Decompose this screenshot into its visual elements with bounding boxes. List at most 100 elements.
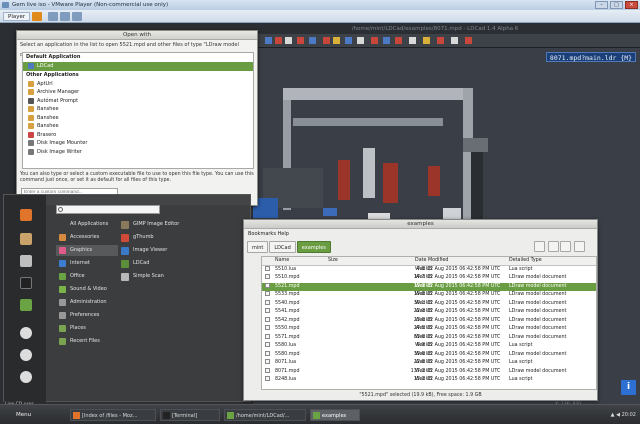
taskbar-item-examples[interactable]: examples	[310, 409, 360, 421]
pause-icon[interactable]	[32, 12, 42, 21]
taskbar-item-ldcad[interactable]: /home/mint/LDCad/...	[224, 409, 306, 421]
info-icon[interactable]: i	[621, 380, 636, 395]
file-row[interactable]: 5580.lua 6.9 kB Wed 12 Aug 2015 06:42:58 P…	[262, 342, 596, 351]
ldcad-tool-icon[interactable]	[297, 37, 304, 44]
network-icon[interactable]: ▲	[611, 412, 615, 418]
close-button[interactable]: ×	[625, 1, 638, 9]
file-icon	[265, 316, 270, 322]
ldcad-tool-icon[interactable]	[333, 37, 340, 44]
column-size[interactable]: Size	[328, 257, 338, 266]
app-item[interactable]: Brasero	[23, 131, 253, 140]
ldcad-tool-icon[interactable]	[275, 37, 282, 44]
maximize-button[interactable]: □	[610, 1, 623, 9]
ldcad-tool-icon[interactable]	[265, 37, 272, 44]
app-item[interactable]: Archive Manager	[23, 88, 253, 97]
taskbar-item-terminal[interactable]: [Terminal]	[160, 409, 220, 421]
ldcad-tool-icon[interactable]	[437, 37, 444, 44]
volume-icon[interactable]: ◀	[616, 412, 620, 418]
files-icon[interactable]	[20, 299, 32, 311]
settings-icon[interactable]	[20, 255, 32, 267]
category-all[interactable]: All Applications	[56, 219, 118, 230]
app-item[interactable]: Disk Image Writer	[23, 148, 253, 157]
app-item[interactable]: Banshee	[23, 122, 253, 131]
file-row[interactable]: 5542.mpd 23.6 kB Wed 12 Aug 2015 06:42:58 …	[262, 316, 596, 326]
ldcad-tool-icon[interactable]	[409, 37, 416, 44]
category-recent-files[interactable]: Recent Files	[56, 336, 118, 347]
fullscreen-icon[interactable]	[60, 12, 70, 21]
category-places[interactable]: Places	[56, 323, 118, 334]
software-manager-icon[interactable]	[20, 233, 32, 245]
ldcad-tool-icon[interactable]	[345, 37, 352, 44]
file-row[interactable]: 5510.lua 4.8 kB Wed 12 Aug 2015 06:42:58 P…	[262, 265, 596, 275]
menu-button[interactable]: Menu	[2, 409, 35, 421]
list-view-icon[interactable]	[548, 241, 559, 252]
taskbar-item-firefox[interactable]: [Index of /files - Moz...	[70, 409, 156, 421]
app-image-viewer[interactable]: Image Viewer	[119, 245, 219, 256]
ldcad-tool-icon[interactable]	[357, 37, 364, 44]
file-row[interactable]: 5541.mpd 22.0 kB Wed 12 Aug 2015 06:42:58 …	[262, 308, 596, 317]
menu-icon[interactable]	[574, 241, 585, 252]
app-item[interactable]: Banshee	[23, 105, 253, 114]
category-graphics[interactable]: Graphics	[56, 245, 118, 256]
ldcad-tool-icon[interactable]	[323, 37, 330, 44]
category-label: Recent Files	[70, 338, 100, 344]
lock-icon[interactable]	[20, 327, 32, 339]
firefox-icon[interactable]	[20, 209, 32, 221]
category-administration[interactable]: Administration	[56, 297, 118, 308]
file-row[interactable]: 5550.mpd 24.5 kB Wed 12 Aug 2015 06:42:58 …	[262, 325, 596, 334]
file-row[interactable]: 8071.lua 22.8 kB Wed 12 Aug 2015 06:42:58 …	[262, 359, 596, 368]
app-item[interactable]: Banshee	[23, 114, 253, 123]
app-item[interactable]: AptUrl	[23, 80, 253, 89]
terminal-icon[interactable]	[20, 277, 32, 289]
column-type[interactable]: Detailed Type	[509, 257, 542, 266]
grid-view-icon[interactable]	[560, 241, 571, 252]
ldcad-tool-icon[interactable]	[395, 37, 402, 44]
menu-search-input[interactable]	[56, 205, 160, 214]
application-list[interactable]: Default Application LDCad Other Applicat…	[22, 52, 254, 169]
category-preferences[interactable]: Preferences	[56, 310, 118, 321]
search-icon[interactable]	[534, 241, 545, 252]
file-row[interactable]: 8071.mpd 137.3 kB Wed 12 Aug 2015 06:42:58…	[262, 367, 596, 377]
app-item[interactable]: Autómat Prompt	[23, 97, 253, 106]
ldcad-tool-icon[interactable]	[423, 37, 430, 44]
file-manager-menubar[interactable]: Bookmarks Help	[248, 230, 289, 238]
category-label: Preferences	[70, 312, 100, 318]
breadcrumb-mint[interactable]: mint	[247, 241, 269, 253]
app-item[interactable]: Disk Image Mounter	[23, 139, 253, 148]
column-name[interactable]: Name	[275, 257, 289, 266]
category-office[interactable]: Office	[56, 271, 118, 282]
minimize-button[interactable]: –	[595, 1, 608, 9]
player-menu-button[interactable]: Player	[3, 12, 31, 21]
breadcrumb-examples[interactable]: examples	[296, 241, 331, 253]
file-list[interactable]: Name Size Date Modified Detailed Type 55…	[261, 256, 597, 390]
ldcad-tool-icon[interactable]	[451, 37, 458, 44]
app-gthumb[interactable]: gThumb	[119, 232, 219, 243]
file-row[interactable]: 5521.mpd 19.9 kB Wed 12 Aug 2015 06:42:58 …	[262, 282, 596, 291]
unity-icon[interactable]	[72, 12, 82, 21]
power-icon[interactable]	[20, 371, 32, 383]
file-row[interactable]: 8248.lua 15.3 kB Wed 12 Aug 2015 06:42:58 …	[262, 376, 596, 385]
category-internet[interactable]: Internet	[56, 258, 118, 269]
logout-icon[interactable]	[20, 349, 32, 361]
send-ctrl-alt-del-icon[interactable]	[48, 12, 58, 21]
category-accessories[interactable]: Accessories	[56, 232, 118, 243]
column-date[interactable]: Date Modified	[415, 257, 448, 266]
breadcrumb-ldcad[interactable]: LDCad	[269, 241, 296, 253]
app-gimp[interactable]: GIMP Image Editor	[119, 219, 219, 230]
ldcad-tool-icon[interactable]	[465, 37, 472, 44]
app-simple-scan[interactable]: Simple Scan	[119, 271, 219, 282]
ldcad-tool-icon[interactable]	[371, 37, 378, 44]
category-sound-video[interactable]: Sound & Video	[56, 284, 118, 295]
ldcad-tool-icon[interactable]	[383, 37, 390, 44]
category-label: Places	[70, 325, 86, 331]
file-row[interactable]: 5580.mpd 39.6 kB Wed 12 Aug 2015 06:42:58 …	[262, 350, 596, 360]
file-row[interactable]: 5510.mpd 14.7 kB Wed 12 Aug 2015 06:42:58 …	[262, 274, 596, 283]
ldcad-tool-icon[interactable]	[309, 37, 316, 44]
clock[interactable]: 20:02	[622, 412, 636, 418]
ldcad-tool-icon[interactable]	[285, 37, 292, 44]
file-row[interactable]: 5540.mpd 30.1 kB Wed 12 Aug 2015 06:42:58 …	[262, 299, 596, 309]
app-item-default[interactable]: LDCad	[23, 62, 253, 71]
file-row[interactable]: 5571.mpd 83.6 kB Wed 12 Aug 2015 06:42:58 …	[262, 333, 596, 343]
file-row[interactable]: 5533.mpd 19.8 kB Wed 12 Aug 2015 06:42:58 …	[262, 291, 596, 300]
app-ldcad[interactable]: LDCad	[119, 258, 219, 269]
